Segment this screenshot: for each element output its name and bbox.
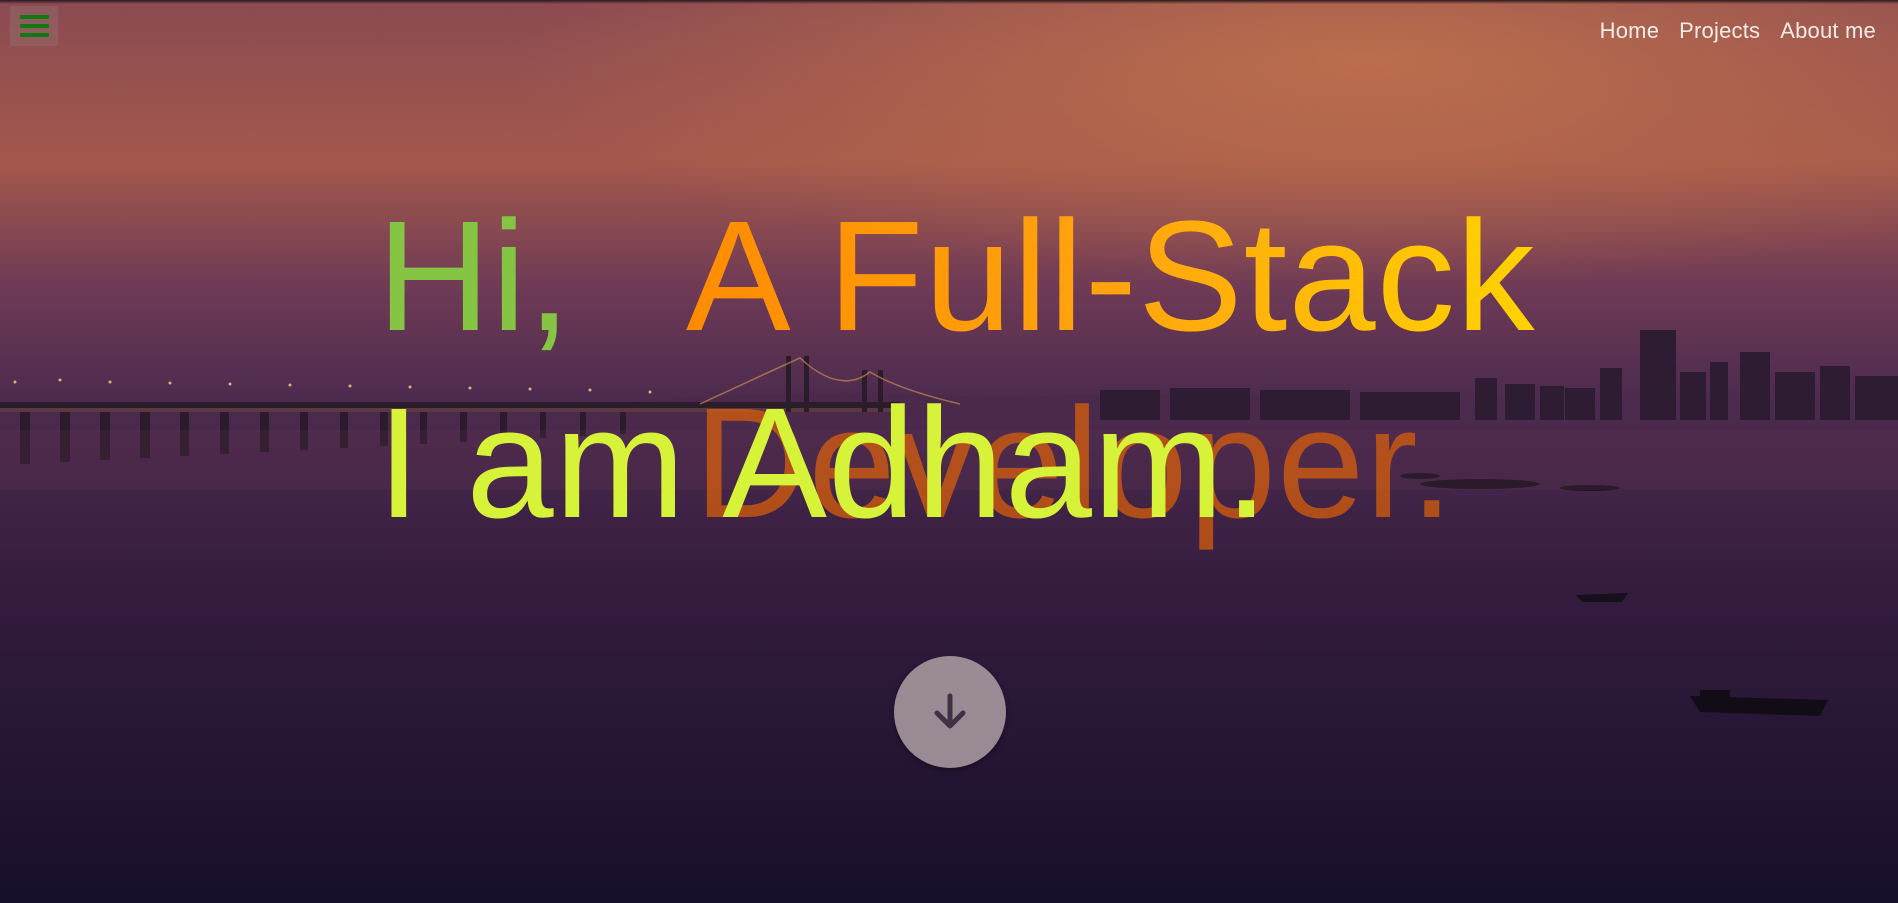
hero-role-line-1: A Full-Stack — [686, 189, 1536, 364]
hero-greeting-line-2: I am Adham. — [377, 376, 1270, 551]
top-edge-shadow — [0, 0, 1898, 4]
menu-toggle-button[interactable] — [10, 6, 58, 46]
landing-page: Home Projects About me Hi, A Full-Stack … — [0, 0, 1898, 903]
top-navigation: Home Projects About me — [1580, 18, 1876, 44]
hero-greeting-line-1: Hi, — [377, 189, 572, 364]
nav-link-home[interactable]: Home — [1600, 18, 1660, 44]
arrow-down-icon — [934, 693, 966, 729]
nav-link-projects[interactable]: Projects — [1679, 18, 1760, 44]
scroll-down-button[interactable] — [894, 656, 1006, 768]
nav-link-about-me[interactable]: About me — [1780, 18, 1876, 44]
